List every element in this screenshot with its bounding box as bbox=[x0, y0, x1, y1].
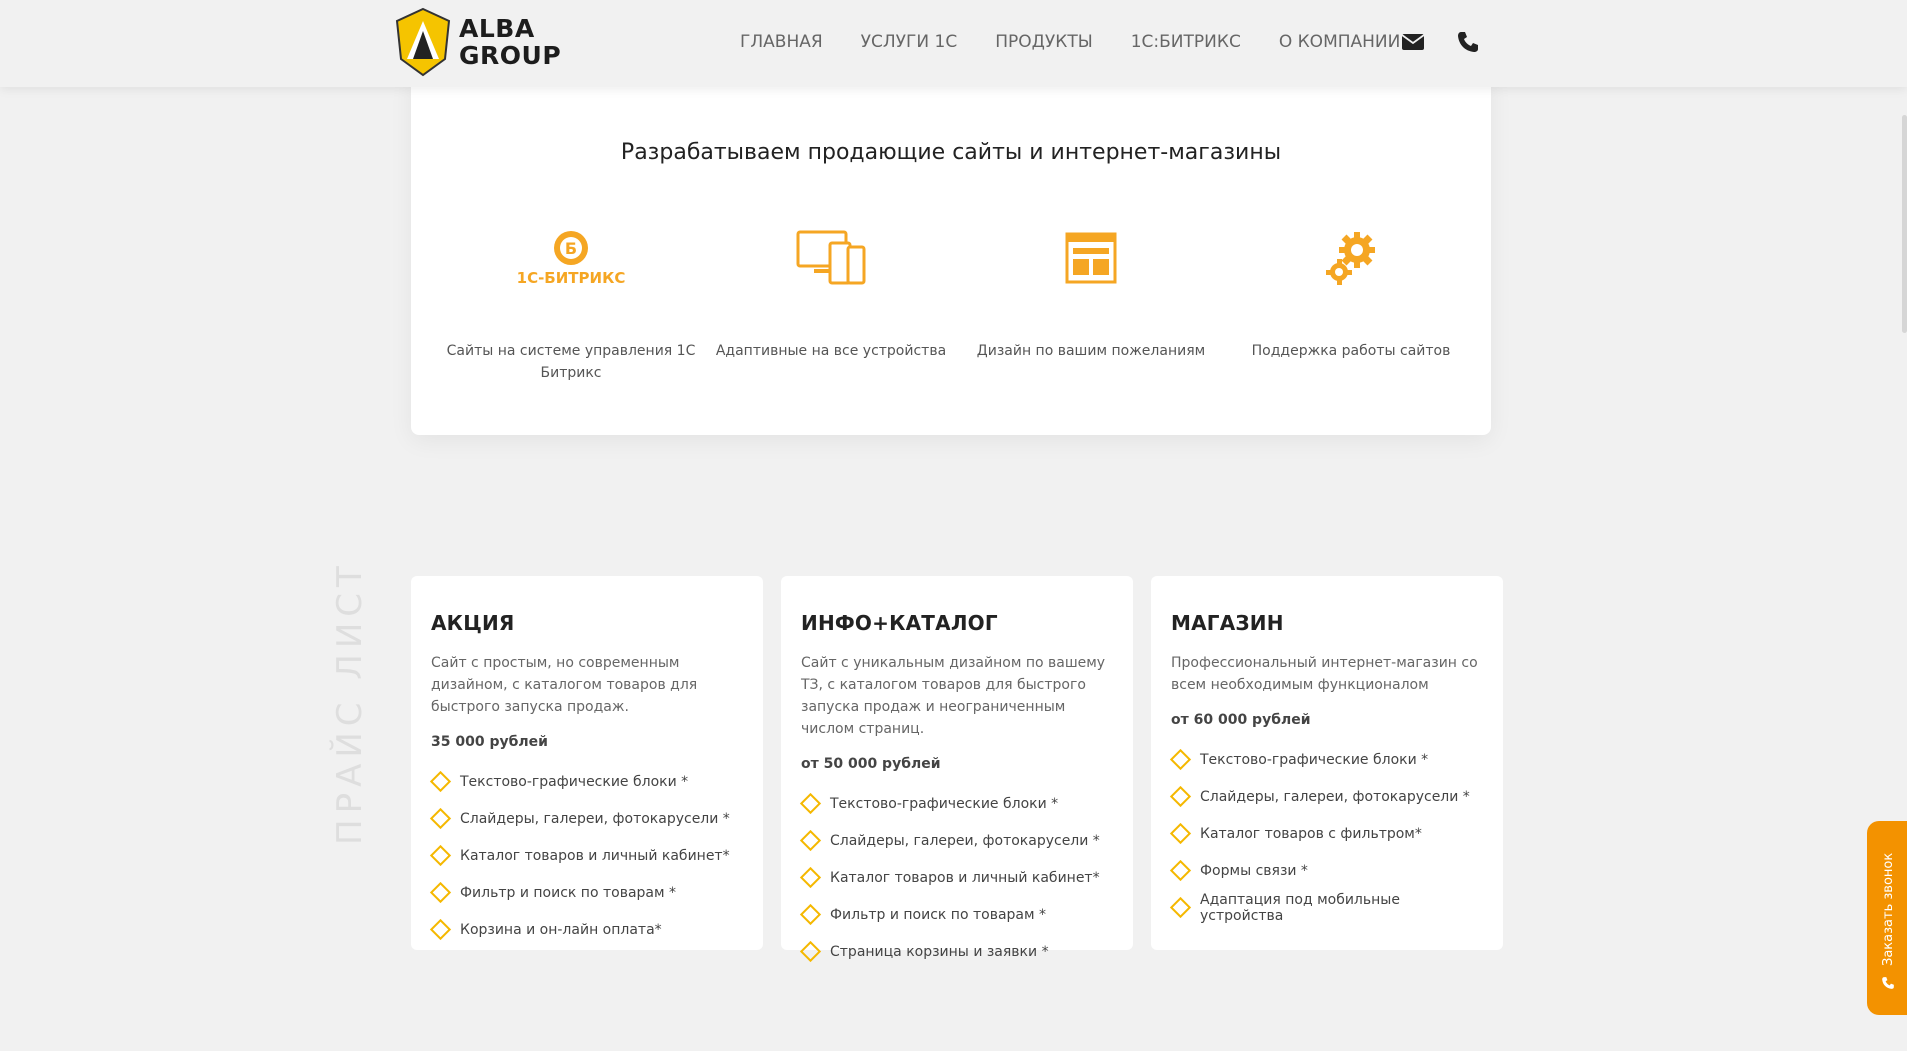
alba-logo-icon bbox=[395, 7, 451, 77]
diamond-bullet-icon bbox=[429, 918, 452, 941]
list-item-text: Слайдеры, галереи, фотокарусели * bbox=[1200, 788, 1470, 805]
callback-label: Заказать звонок bbox=[1881, 852, 1896, 966]
diamond-bullet-icon bbox=[429, 770, 452, 793]
price-card-description: Сайт с уникальным дизайном по вашему ТЗ,… bbox=[801, 655, 1106, 737]
page-scrollbar[interactable] bbox=[1902, 115, 1907, 333]
feature-adaptive: Адаптивные на все устройства bbox=[701, 220, 961, 362]
diamond-bullet-icon bbox=[799, 940, 822, 963]
price-card-description: Сайт с простым, но современным дизайном,… bbox=[431, 655, 698, 715]
list-item-text: Каталог товаров и личный кабинет* bbox=[460, 847, 730, 864]
list-item: Фильтр и поиск по товарам * bbox=[799, 896, 1113, 933]
nav-bitrix[interactable]: 1С:БИТРИКС bbox=[1131, 32, 1241, 52]
diamond-bullet-icon bbox=[799, 792, 822, 815]
list-item: Корзина и он-лайн оплата* bbox=[429, 911, 743, 948]
phone-icon[interactable] bbox=[1456, 30, 1480, 54]
list-item-text: Фильтр и поиск по товарам * bbox=[460, 884, 677, 901]
list-item-text: Каталог товаров и личный кабинет* bbox=[830, 869, 1100, 886]
list-item: Каталог товаров и личный кабинет* bbox=[429, 837, 743, 874]
diamond-bullet-icon bbox=[799, 903, 822, 926]
feature-bitrix: Б 1С-БИТРИКС Сайты на системе управления… bbox=[441, 220, 701, 384]
price-card-price: от 50 000 рублей bbox=[801, 756, 941, 772]
nav-home[interactable]: ГЛАВНАЯ bbox=[740, 32, 823, 52]
list-item-text: Адаптация под мобильные устройства bbox=[1200, 891, 1400, 924]
envelope-icon[interactable] bbox=[1401, 30, 1425, 54]
list-item: Слайдеры, галереи, фотокарусели * bbox=[429, 800, 743, 837]
logo[interactable]: ALBA GROUP bbox=[395, 6, 565, 78]
diamond-bullet-icon bbox=[429, 844, 452, 867]
diamond-bullet-icon bbox=[799, 829, 822, 852]
list-item: Каталог товаров с фильтром* bbox=[1169, 815, 1483, 852]
callback-tab-button[interactable]: Заказать звонок bbox=[1867, 821, 1907, 1015]
price-card-shop: МАГАЗИН Профессиональный интернет-магази… bbox=[1151, 576, 1503, 950]
features-card: Разрабатываем продающие сайты и интернет… bbox=[411, 70, 1491, 435]
list-item-text: Каталог товаров с фильтром* bbox=[1200, 825, 1422, 842]
main-nav: ГЛАВНАЯ УСЛУГИ 1С ПРОДУКТЫ 1С:БИТРИКС О … bbox=[740, 32, 1438, 52]
price-card-price: от 60 000 рублей bbox=[1171, 712, 1311, 728]
gears-icon bbox=[1326, 231, 1375, 285]
list-item: Слайдеры, галереи, фотокарусели * bbox=[1169, 778, 1483, 815]
feature-support: Поддержка работы сайтов bbox=[1221, 220, 1481, 362]
list-item-text: Слайдеры, галереи, фотокарусели * bbox=[460, 810, 730, 827]
list-item-text: Фильтр и поиск по товарам * bbox=[830, 906, 1047, 923]
nav-services-1c[interactable]: УСЛУГИ 1С bbox=[861, 32, 958, 52]
bitrix-logo-icon: Б 1С-БИТРИКС bbox=[517, 230, 626, 287]
diamond-bullet-icon bbox=[1169, 896, 1192, 919]
price-feature-list: Текстово-графические блоки * Слайдеры, г… bbox=[429, 763, 743, 948]
layout-icon bbox=[1065, 232, 1117, 283]
list-item-text: Страница корзины и заявки * bbox=[830, 943, 1049, 960]
list-item-text: Текстово-графические блоки * bbox=[1200, 751, 1429, 768]
list-item: Текстово-графические блоки * bbox=[1169, 741, 1483, 778]
diamond-bullet-icon bbox=[429, 807, 452, 830]
list-item: Текстово-графические блоки * bbox=[429, 763, 743, 800]
feature-label: Поддержка работы сайтов bbox=[1251, 343, 1451, 359]
price-list-side-title: ПРАЙС ЛИСТ bbox=[330, 560, 370, 845]
price-feature-list: Текстово-графические блоки * Слайдеры, г… bbox=[799, 785, 1113, 970]
price-card-promo: АКЦИЯ Сайт с простым, но современным диз… bbox=[411, 576, 763, 950]
nav-products[interactable]: ПРОДУКТЫ bbox=[995, 32, 1093, 52]
diamond-bullet-icon bbox=[1169, 859, 1192, 882]
list-item-text: Текстово-графические блоки * bbox=[460, 773, 689, 790]
list-item: Адаптация под мобильные устройства bbox=[1169, 889, 1483, 926]
price-card-description: Профессиональный интернет-магазин со все… bbox=[1171, 655, 1478, 693]
price-card-title: АКЦИЯ bbox=[431, 611, 515, 635]
price-card-info-catalog: ИНФО+КАТАЛОГ Сайт с уникальным дизайном … bbox=[781, 576, 1133, 963]
diamond-bullet-icon bbox=[799, 866, 822, 889]
feature-label: Дизайн по вашим пожеланиям bbox=[976, 343, 1206, 359]
nav-about[interactable]: О КОМПАНИИ bbox=[1279, 32, 1401, 52]
price-card-title: МАГАЗИН bbox=[1171, 611, 1284, 635]
list-item-text: Формы связи * bbox=[1200, 862, 1308, 879]
list-item: Каталог товаров и личный кабинет* bbox=[799, 859, 1113, 896]
list-item: Формы связи * bbox=[1169, 852, 1483, 889]
list-item: Текстово-графические блоки * bbox=[799, 785, 1113, 822]
bitrix-logo-text: 1С-БИТРИКС bbox=[517, 269, 626, 287]
diamond-bullet-icon bbox=[429, 881, 452, 904]
list-item: Фильтр и поиск по товарам * bbox=[429, 874, 743, 911]
diamond-bullet-icon bbox=[1169, 785, 1192, 808]
list-item-text: Текстово-графические блоки * bbox=[830, 795, 1059, 812]
price-card-price: 35 000 рублей bbox=[431, 734, 548, 750]
devices-icon bbox=[796, 230, 866, 284]
phone-icon bbox=[1882, 977, 1894, 989]
features-title: Разрабатываем продающие сайты и интернет… bbox=[620, 140, 1282, 165]
feature-label: Адаптивные на все устройства bbox=[715, 343, 947, 359]
price-feature-list: Текстово-графические блоки * Слайдеры, г… bbox=[1169, 741, 1483, 926]
list-item-text: Корзина и он-лайн оплата* bbox=[460, 921, 662, 938]
logo-line2: GROUP bbox=[459, 41, 562, 70]
price-card-title: ИНФО+КАТАЛОГ bbox=[801, 611, 998, 635]
list-item: Страница корзины и заявки * bbox=[799, 933, 1113, 970]
site-header: ALBA GROUP ГЛАВНАЯ УСЛУГИ 1С ПРОДУКТЫ 1С… bbox=[0, 0, 1907, 87]
list-item: Слайдеры, галереи, фотокарусели * bbox=[799, 822, 1113, 859]
diamond-bullet-icon bbox=[1169, 822, 1192, 845]
svg-text:Б: Б bbox=[565, 239, 577, 258]
list-item-text: Слайдеры, галереи, фотокарусели * bbox=[830, 832, 1100, 849]
feature-design: Дизайн по вашим пожеланиям bbox=[961, 220, 1221, 362]
diamond-bullet-icon bbox=[1169, 748, 1192, 771]
logo-line1: ALBA bbox=[459, 14, 535, 43]
feature-label: Сайты на системе управления 1С Битрикс bbox=[446, 343, 696, 381]
